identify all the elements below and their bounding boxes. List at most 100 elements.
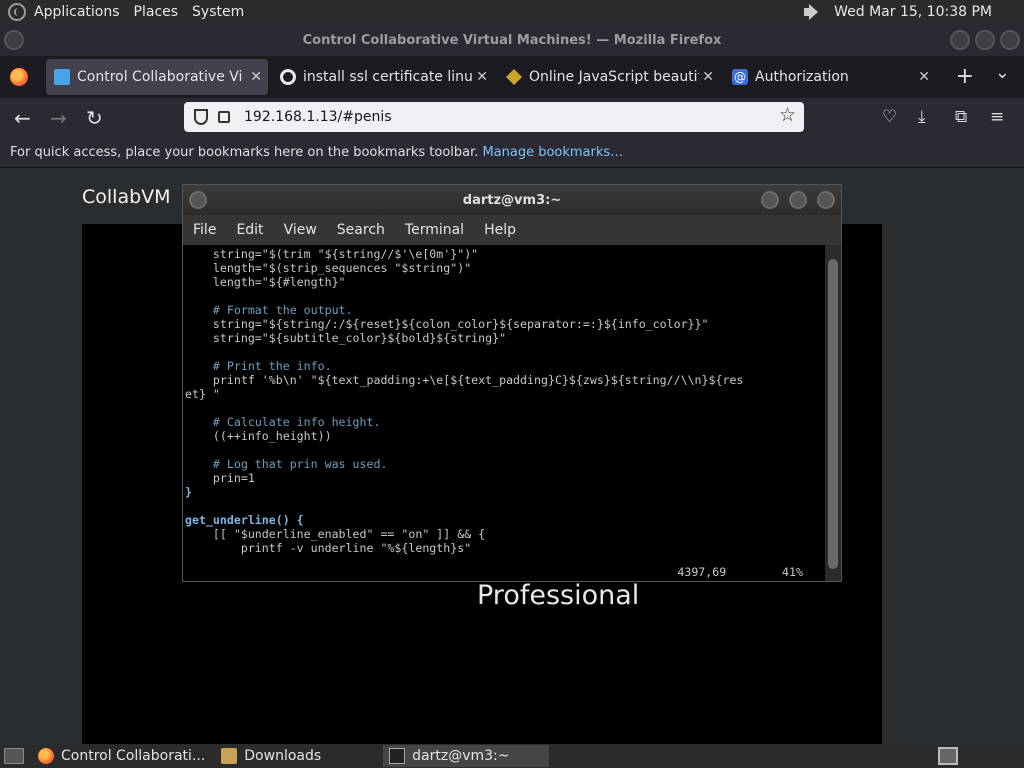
vim-status-ruler: 4397,69 41% xyxy=(677,565,803,579)
workspace-switcher-icon[interactable] xyxy=(938,747,958,765)
distro-logo-icon[interactable] xyxy=(8,3,26,21)
code-line: # Calculate info height. xyxy=(185,415,381,429)
extensions-icon[interactable]: ⧉ xyxy=(955,107,967,127)
site-title[interactable]: CollabVM xyxy=(82,186,171,208)
insecure-lock-icon[interactable] xyxy=(218,111,230,123)
code-line: printf -v underline "%${length}s" xyxy=(185,541,472,555)
tracking-shield-icon[interactable] xyxy=(194,109,208,125)
bookmark-star-icon[interactable]: ☆ xyxy=(779,104,796,126)
js-beautifier-icon xyxy=(506,69,522,85)
terminal-output[interactable]: string="$(trim "${string//$'\e[0m'}")" l… xyxy=(183,245,827,581)
code-line: string="$(trim "${string//$'\e[0m'}")" xyxy=(185,247,479,261)
volume-icon[interactable] xyxy=(804,4,824,20)
manage-bookmarks-link[interactable]: Manage bookmarks… xyxy=(482,145,623,160)
tab-bar: Control Collaborative Virtual Machines! … xyxy=(0,56,1024,98)
navigation-toolbar: ← → ↻ 192.168.1.13/#penis ☆ ♡ ⤓ ⧉ ≡ xyxy=(0,98,1024,138)
window-titlebar: Control Collaborative Virtual Machines! … xyxy=(0,24,1024,56)
window-menu-button[interactable] xyxy=(4,30,24,50)
code-line: et} " xyxy=(185,387,220,401)
task-label: Control Collaborati... xyxy=(61,748,206,764)
close-tab-icon[interactable]: ✕ xyxy=(918,69,930,85)
bookmarks-toolbar: For quick access, place your bookmarks h… xyxy=(0,138,1024,168)
task-firefox[interactable]: Control Collaborati... xyxy=(32,745,211,767)
task-label: dartz@vm3:~ xyxy=(412,748,510,764)
folder-icon xyxy=(221,748,238,764)
pocket-icon[interactable]: ♡ xyxy=(882,107,897,127)
tab-js-beautifier[interactable]: Online JavaScript beautifier ✕ xyxy=(498,59,720,95)
clock[interactable]: Wed Mar 15, 10:38 PM xyxy=(834,4,992,20)
menu-edit[interactable]: Edit xyxy=(236,222,263,238)
downloads-icon[interactable]: ⤓ xyxy=(918,107,926,127)
terminal-maximize-button[interactable] xyxy=(789,191,807,209)
code-line: prin=1 xyxy=(185,471,255,485)
code-line: } xyxy=(185,485,192,499)
code-line: ((++info_height)) xyxy=(185,429,332,443)
terminal-window[interactable]: dartz@vm3:~ File Edit View Search Termin… xyxy=(182,184,842,582)
tab-label: Authorization xyxy=(755,69,849,85)
list-all-tabs-icon[interactable]: ⌄ xyxy=(995,62,1010,83)
code-line: string="${string/:/${reset}${colon_color… xyxy=(185,317,709,331)
menu-applications[interactable]: Applications xyxy=(34,4,120,20)
forward-icon[interactable]: → xyxy=(50,106,67,130)
close-tab-icon[interactable]: ✕ xyxy=(250,69,262,85)
menu-help[interactable]: Help xyxy=(484,222,516,238)
terminal-title: dartz@vm3:~ xyxy=(462,192,562,208)
terminal-window-menu-button[interactable] xyxy=(189,191,207,209)
back-icon[interactable]: ← xyxy=(14,106,31,130)
code-line: printf '%b\n' "${text_padding:+\e[${text… xyxy=(185,373,744,387)
firefox-view-icon[interactable] xyxy=(10,68,28,86)
menu-search[interactable]: Search xyxy=(337,222,385,238)
code-line: string="${subtitle_color}${bold}${string… xyxy=(185,331,507,345)
code-line: [[ "$underline_enabled" == "on" ]] && { xyxy=(185,527,486,541)
terminal-menubar: File Edit View Search Terminal Help xyxy=(183,215,841,245)
task-downloads[interactable]: Downloads xyxy=(215,745,327,767)
terminal-minimize-button[interactable] xyxy=(761,191,779,209)
reload-icon[interactable]: ↻ xyxy=(86,106,103,130)
minimize-button[interactable] xyxy=(950,30,970,50)
menu-system[interactable]: System xyxy=(192,4,244,20)
bottom-taskbar: Control Collaborati... Downloads dartz@v… xyxy=(0,744,1024,768)
vm-icon xyxy=(54,69,70,85)
maximize-button[interactable] xyxy=(975,30,995,50)
panel-tray: Wed Mar 15, 10:38 PM xyxy=(804,4,1024,20)
terminal-icon xyxy=(389,748,406,764)
show-desktop-icon[interactable] xyxy=(4,748,24,764)
code-line: # Format the output. xyxy=(185,303,353,317)
menu-places[interactable]: Places xyxy=(134,4,179,20)
authorization-icon: @ xyxy=(732,69,748,85)
code-line: # Log that prin was used. xyxy=(185,457,388,471)
menu-file[interactable]: File xyxy=(193,222,216,238)
terminal-scrollbar[interactable] xyxy=(825,245,841,581)
bookmarks-hint: For quick access, place your bookmarks h… xyxy=(10,145,479,160)
terminal-titlebar[interactable]: dartz@vm3:~ xyxy=(183,185,841,215)
top-panel: Applications Places System Wed Mar 15, 1… xyxy=(0,0,1024,24)
menu-view[interactable]: View xyxy=(284,222,317,238)
code-line: get_underline() { xyxy=(185,513,304,527)
scrollbar-thumb[interactable] xyxy=(828,259,838,569)
tab-authorization[interactable]: @ Authorization ✕ xyxy=(724,59,936,95)
task-terminal[interactable]: dartz@vm3:~ xyxy=(383,745,550,767)
close-tab-icon[interactable]: ✕ xyxy=(476,69,488,85)
new-tab-icon[interactable]: + xyxy=(956,64,974,89)
tab-collabvm[interactable]: Control Collaborative Virtual Machines! … xyxy=(46,59,268,95)
url-text[interactable]: 192.168.1.13/#penis xyxy=(244,109,392,125)
url-bar[interactable]: 192.168.1.13/#penis ☆ xyxy=(184,102,804,132)
terminal-close-button[interactable] xyxy=(817,191,835,209)
code-line: # Print the info. xyxy=(185,359,332,373)
task-label: Downloads xyxy=(244,748,322,764)
menu-terminal[interactable]: Terminal xyxy=(405,222,464,238)
window-title: Control Collaborative Virtual Machines! … xyxy=(302,32,722,48)
hamburger-menu-icon[interactable]: ≡ xyxy=(990,107,1004,127)
vm-text: Professional xyxy=(477,580,640,611)
google-icon xyxy=(280,69,296,85)
code-line: length="${#length}" xyxy=(185,275,346,289)
close-tab-icon[interactable]: ✕ xyxy=(702,69,714,85)
tab-google-search[interactable]: install ssl certificate linux - Google S… xyxy=(272,59,494,95)
close-window-button[interactable] xyxy=(1000,30,1020,50)
tab-label: Control Collaborative Virtual Machines! xyxy=(77,69,243,85)
